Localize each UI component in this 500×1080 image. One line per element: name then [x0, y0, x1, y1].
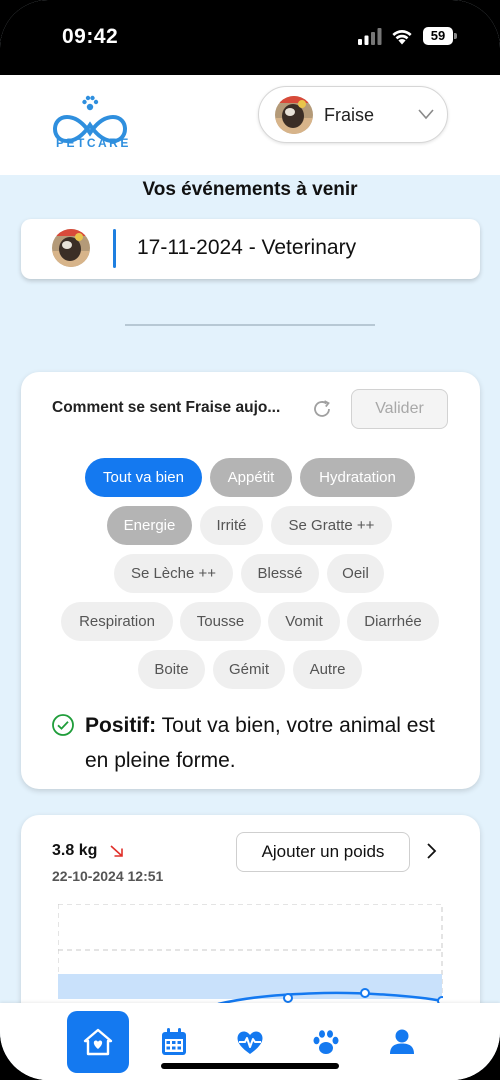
mood-chip[interactable]: Vomit [268, 602, 340, 641]
carousel-indicator [125, 324, 375, 326]
pet-selector-label: Fraise [324, 105, 375, 125]
pet-selector[interactable]: Fraise [258, 86, 448, 143]
mood-chip[interactable]: Hydratation [300, 458, 415, 497]
event-accent-bar [113, 229, 116, 268]
mood-question: Comment se sent Fraise aujo... [52, 399, 281, 416]
app-header: PETCARE Fraise [0, 75, 500, 175]
home-indicator [161, 1063, 339, 1069]
mood-chip[interactable]: Blessé [241, 554, 319, 593]
check-circle-icon [52, 714, 74, 736]
battery-icon: 59 [423, 27, 457, 45]
event-pet-avatar [52, 229, 90, 267]
mood-chip[interactable]: Autre [293, 650, 362, 689]
mood-chip[interactable]: Respiration [61, 602, 173, 641]
mood-result: Positif: Tout va bien, votre animal est … [85, 708, 455, 778]
mood-result-label: Positif: [85, 714, 157, 737]
refresh-icon[interactable] [311, 398, 333, 420]
status-time: 09:42 [62, 25, 119, 48]
trend-down-icon [110, 845, 123, 857]
mood-chip[interactable]: Se Lèche ++ [114, 554, 233, 593]
chevron-right-icon[interactable] [424, 842, 438, 860]
mood-chip[interactable]: Boite [138, 650, 205, 689]
mood-chip[interactable]: Appétit [210, 458, 292, 497]
logo-text: PETCARE [56, 136, 131, 150]
weight-date: 22-10-2024 12:51 [52, 868, 164, 884]
mood-chip[interactable]: Energie [107, 506, 192, 545]
events-title: Vos événements à venir [142, 179, 358, 200]
mood-chip[interactable]: Diarrhée [347, 602, 439, 641]
chevron-down-icon [418, 109, 434, 120]
mood-chip[interactable]: Tout va bien [85, 458, 202, 497]
wifi-icon [392, 30, 412, 45]
validate-button[interactable]: Valider [351, 389, 448, 429]
user-icon [390, 1029, 414, 1054]
mood-card: Comment se sent Fraise aujo... Valider T… [21, 372, 480, 789]
add-weight-button[interactable]: Ajouter un poids [236, 832, 410, 872]
mood-chip[interactable]: Gémit [213, 650, 285, 689]
signal-icon [358, 28, 382, 45]
mood-chip[interactable]: Oeil [327, 554, 384, 593]
app-screen: 09:42 59 PETCARE Fraise Vos événements à… [0, 0, 500, 1080]
event-text: 17-11-2024 - Veterinary [137, 236, 357, 259]
tab-home[interactable] [67, 1011, 129, 1073]
status-bar: 09:42 59 [0, 0, 500, 75]
event-card[interactable]: 17-11-2024 - Veterinary [21, 219, 480, 279]
battery-tip [454, 33, 457, 39]
pet-avatar [275, 96, 313, 134]
paw-icon [313, 1030, 339, 1054]
heartbeat-icon [237, 1031, 263, 1054]
weight-value: 3.8 kg [52, 842, 98, 859]
home-heart-icon [83, 1028, 113, 1056]
mood-chip[interactable]: Tousse [180, 602, 261, 641]
mood-chip[interactable]: Irrité [200, 506, 263, 545]
tab-profile[interactable] [371, 1011, 433, 1073]
calendar-icon [162, 1028, 186, 1055]
battery-level: 59 [423, 27, 453, 45]
mood-chip[interactable]: Se Gratte ++ [271, 506, 392, 545]
